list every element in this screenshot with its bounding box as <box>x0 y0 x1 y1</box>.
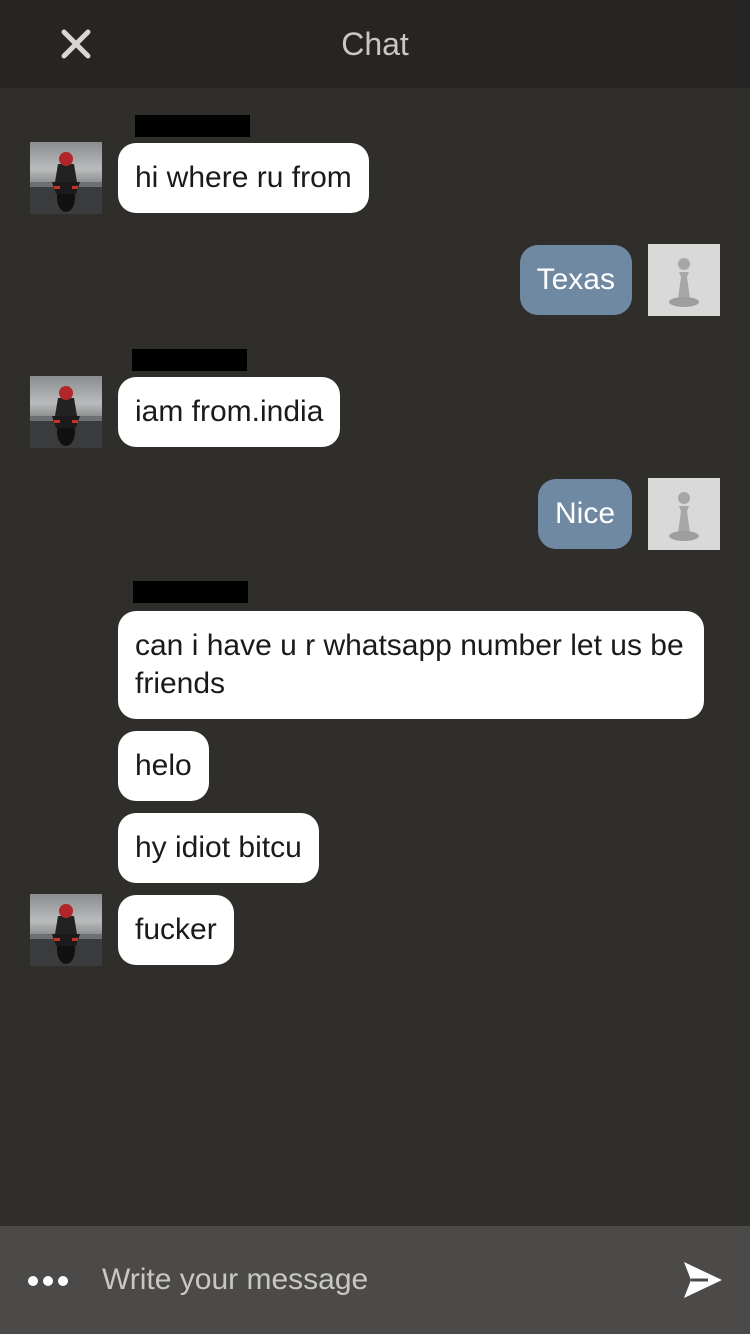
pawn-icon <box>669 492 699 541</box>
message-input[interactable] <box>96 1250 668 1310</box>
motorcycle-rider-icon <box>30 904 102 966</box>
avatar[interactable] <box>648 244 720 316</box>
outgoing-message[interactable]: Nice <box>537 479 632 549</box>
send-button[interactable] <box>678 1256 726 1304</box>
motorcycle-rider-icon <box>30 152 102 214</box>
redacted-username <box>133 581 248 603</box>
redacted-username <box>135 115 250 137</box>
avatar[interactable] <box>30 376 102 448</box>
pawn-icon <box>669 258 699 307</box>
avatar[interactable] <box>30 142 102 214</box>
incoming-message[interactable]: can i have u r whatsapp number let us be… <box>118 611 704 719</box>
incoming-message[interactable]: fucker <box>118 895 234 965</box>
close-icon <box>61 29 91 59</box>
outgoing-message[interactable]: Texas <box>519 245 632 315</box>
avatar[interactable] <box>30 894 102 966</box>
close-button[interactable] <box>52 20 100 68</box>
chat-header: Chat <box>0 0 750 88</box>
incoming-message[interactable]: hy idiot bitcu <box>118 813 319 883</box>
avatar[interactable] <box>648 478 720 550</box>
message-composer <box>0 1226 750 1334</box>
incoming-message[interactable]: iam from.india <box>118 377 341 447</box>
incoming-message[interactable]: hi where ru from <box>118 143 369 213</box>
send-icon <box>684 1262 722 1298</box>
incoming-message[interactable]: helo <box>118 731 209 801</box>
redacted-username <box>132 349 247 371</box>
more-button[interactable] <box>24 1258 72 1302</box>
motorcycle-rider-icon <box>30 386 102 448</box>
page-title: Chat <box>341 26 409 62</box>
